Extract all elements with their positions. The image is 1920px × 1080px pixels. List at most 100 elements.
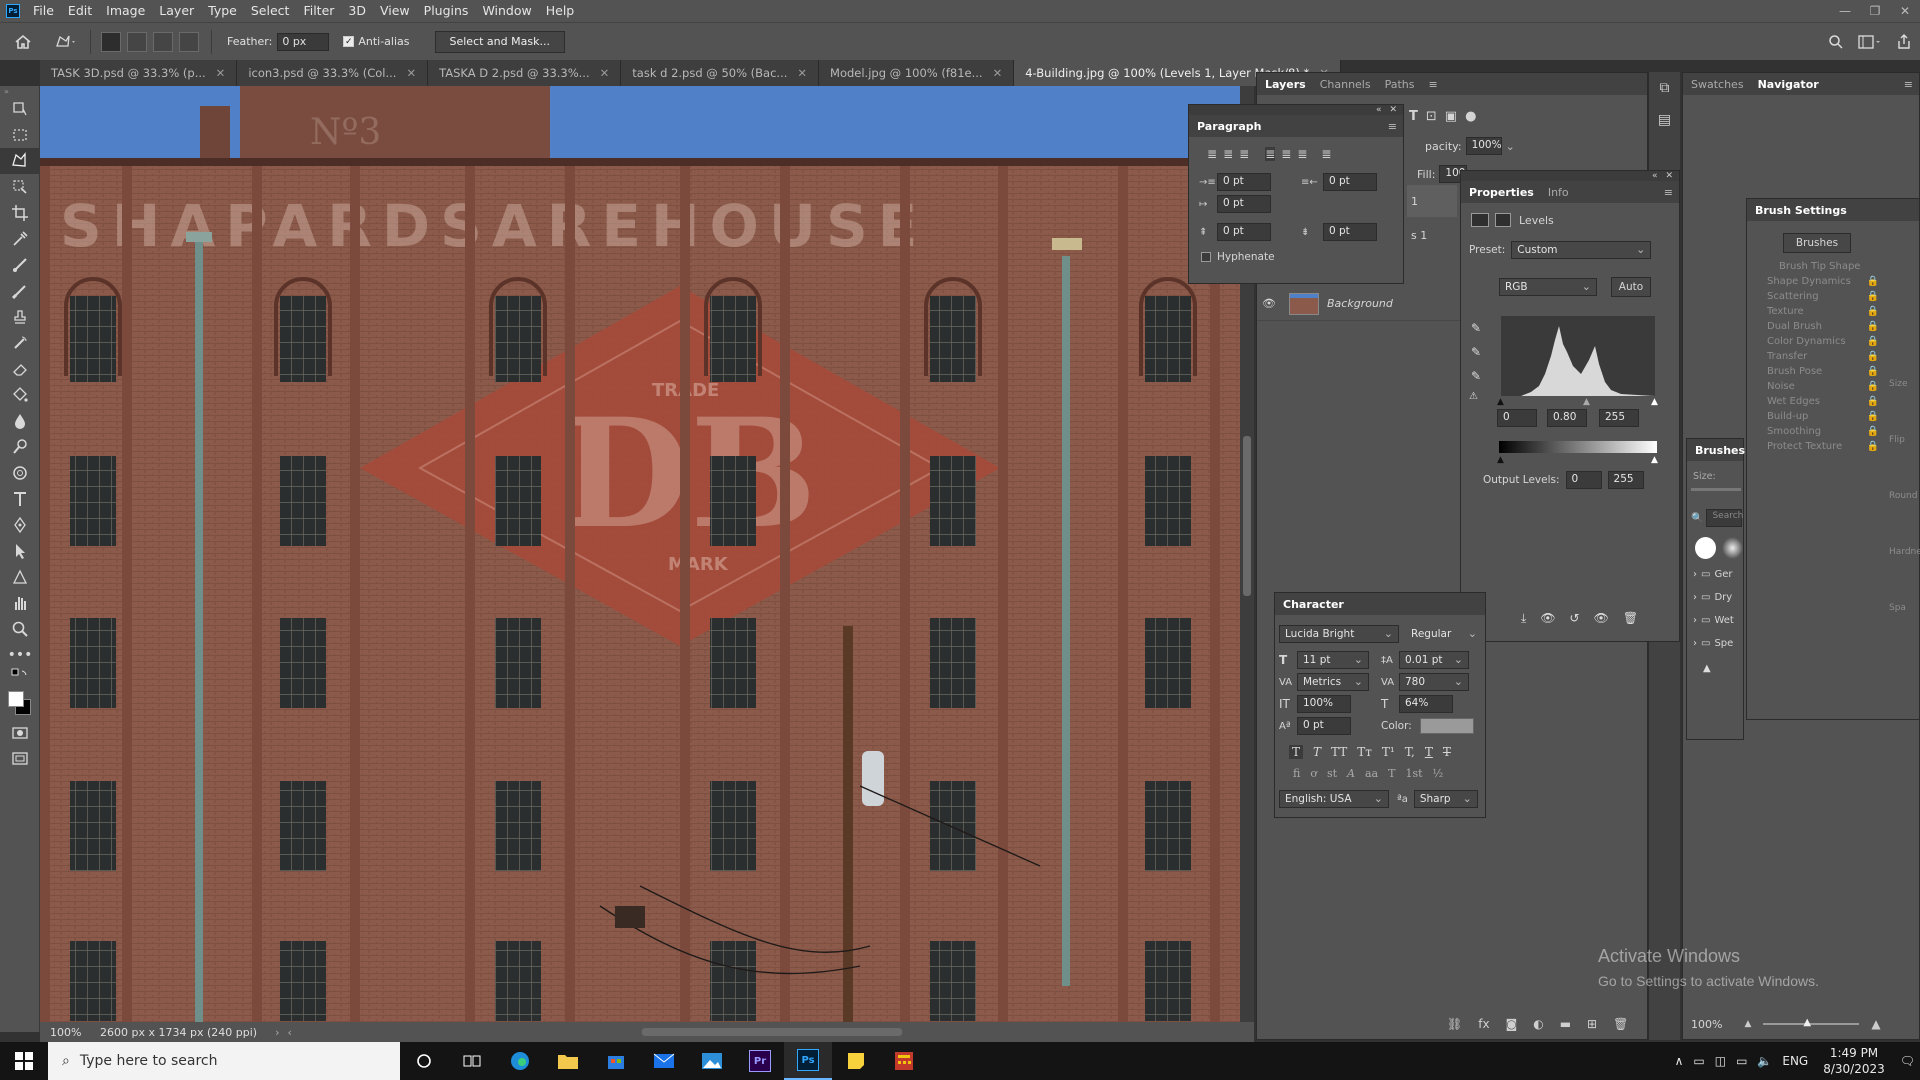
home-icon[interactable]	[0, 31, 46, 53]
justify-last-center-icon[interactable]: ≣	[1281, 147, 1291, 161]
color-dynamics-option[interactable]: Color Dynamics 🔒	[1753, 336, 1879, 347]
cortana-icon[interactable]	[400, 1042, 448, 1080]
screen-mode-icon[interactable]	[0, 746, 40, 772]
tab-properties[interactable]: Properties	[1469, 186, 1534, 199]
input-white-field[interactable]: 255	[1599, 409, 1639, 427]
font-size-dropdown[interactable]: 11 pt	[1297, 651, 1369, 669]
quick-mask-icon[interactable]	[0, 720, 40, 746]
output-levels-slider[interactable]: ▲ ▲	[1497, 455, 1659, 465]
baseline-shift-field[interactable]: 0 pt	[1297, 717, 1351, 735]
link-layers-icon[interactable]: ⛓	[1447, 1017, 1462, 1031]
layer-mask-icon[interactable]	[1495, 213, 1511, 227]
smart-object-filter-icon[interactable]: ▣	[1445, 109, 1457, 124]
calculator-app-icon[interactable]	[880, 1042, 928, 1080]
healing-brush-tool-icon[interactable]	[0, 252, 40, 278]
view-previous-icon[interactable]: 👁	[1540, 611, 1555, 626]
windows-start-icon[interactable]	[0, 1042, 48, 1080]
menu-select[interactable]: Select	[244, 0, 297, 22]
zoom-tool-icon[interactable]	[0, 616, 40, 642]
opacity-field[interactable]: 100%	[1465, 137, 1502, 155]
navigator-menu-icon[interactable]: ≡	[1904, 78, 1913, 91]
menu-layer[interactable]: Layer	[152, 0, 201, 22]
fx-icon[interactable]: fx	[1478, 1017, 1489, 1031]
tracking-dropdown[interactable]: 780	[1399, 673, 1469, 691]
file-explorer-icon[interactable]	[544, 1042, 592, 1080]
swash-button[interactable]: A	[1347, 767, 1355, 780]
menu-view[interactable]: View	[373, 0, 417, 22]
zoom-out-icon[interactable]: ▲	[1744, 1019, 1751, 1029]
space-before-field[interactable]: 0 pt	[1217, 223, 1271, 241]
menu-help[interactable]: Help	[539, 0, 582, 22]
auto-button[interactable]: Auto	[1611, 277, 1651, 297]
eyedropper-tool-icon[interactable]	[0, 226, 40, 252]
calculate-warning-icon[interactable]: ⚠	[1469, 391, 1478, 402]
language-dropdown[interactable]: English: USA	[1279, 790, 1389, 808]
close-tab-icon[interactable]: ✕	[216, 66, 226, 80]
taskbar-search-box[interactable]: ⌕ Type here to search	[48, 1042, 400, 1080]
text-color-swatch[interactable]	[1419, 718, 1474, 734]
marquee-tool-icon[interactable]	[0, 122, 40, 148]
collapse-toolbar-icon[interactable]: »	[0, 86, 40, 96]
brush-folder-special[interactable]: › ▭ Spe	[1693, 638, 1743, 649]
new-layer-icon[interactable]: ⊞	[1587, 1017, 1597, 1031]
close-icon[interactable]: ✕	[1890, 4, 1920, 18]
pen-tool-icon[interactable]	[0, 512, 40, 538]
security-icon[interactable]: ◫	[1715, 1054, 1726, 1068]
antialias-checkbox[interactable]: ✓	[343, 36, 355, 47]
transfer-option[interactable]: Transfer 🔒	[1753, 351, 1879, 362]
add-selection-button[interactable]	[127, 31, 147, 52]
reset-icon[interactable]: ↺	[1570, 611, 1580, 626]
justify-all-icon[interactable]: ≣	[1321, 147, 1331, 161]
history-panel-icon[interactable]: ⧉	[1655, 80, 1675, 96]
scroll-left-icon[interactable]: ‹	[287, 1026, 291, 1039]
lasso-tool-icon[interactable]	[0, 148, 40, 174]
hard-round-brush[interactable]	[1695, 537, 1716, 559]
meet-now-icon[interactable]: ▭	[1693, 1054, 1704, 1068]
gray-point-eyedropper-icon[interactable]: ✎	[1471, 345, 1481, 359]
menu-plugins[interactable]: Plugins	[417, 0, 476, 22]
adjustment-layer-icon[interactable]: ◐	[1533, 1017, 1543, 1031]
add-mask-icon[interactable]: ◙	[1506, 1017, 1518, 1031]
crop-tool-icon[interactable]	[0, 200, 40, 226]
properties-menu-icon[interactable]: ≡	[1664, 186, 1673, 199]
tab-task-3d[interactable]: TASK 3D.psd @ 33.3% (p... ✕	[40, 60, 238, 86]
indent-right-field[interactable]: 0 pt	[1323, 173, 1377, 191]
blur-tool-icon[interactable]	[0, 408, 40, 434]
zoom-readout[interactable]: 100%	[40, 1026, 88, 1039]
input-black-field[interactable]: 0	[1497, 409, 1537, 427]
discretionary-ligatures-button[interactable]: st	[1327, 767, 1337, 780]
subscript-button[interactable]: T,	[1405, 745, 1415, 759]
horizontal-scale-field[interactable]: 64%	[1399, 695, 1453, 713]
menu-window[interactable]: Window	[475, 0, 538, 22]
shape-filter-icon[interactable]: ⊡	[1426, 109, 1437, 124]
tab-taska-d-2[interactable]: TASKA D 2.psd @ 33.3%... ✕	[428, 60, 622, 86]
old-style-button[interactable]: ơ	[1310, 767, 1317, 780]
properties-panel-icon[interactable]: ▤	[1655, 112, 1675, 128]
brush-folder-dry[interactable]: › ▭ Dry	[1693, 592, 1743, 603]
history-brush-tool-icon[interactable]	[0, 330, 40, 356]
faux-italic-button[interactable]: T	[1313, 745, 1321, 759]
new-group-icon[interactable]: ▬	[1560, 1017, 1571, 1031]
mail-icon[interactable]	[640, 1042, 688, 1080]
ordinals-button[interactable]: 1st	[1405, 767, 1422, 780]
close-panel-icon[interactable]: ✕	[1665, 171, 1673, 181]
small-caps-button[interactable]: Tт	[1357, 745, 1372, 759]
navigator-zoom-field[interactable]: 100%	[1691, 1018, 1722, 1031]
minimize-icon[interactable]: —	[1830, 4, 1860, 18]
paragraph-menu-icon[interactable]: ≡	[1388, 120, 1397, 133]
font-style-dropdown[interactable]: Regular	[1405, 625, 1483, 643]
preset-dropdown[interactable]: Custom	[1511, 241, 1652, 259]
eye-icon[interactable]: 👁	[1257, 297, 1281, 310]
menu-edit[interactable]: Edit	[61, 0, 99, 22]
tab-info[interactable]: Info	[1548, 186, 1569, 199]
menu-file[interactable]: File	[26, 0, 61, 22]
underline-button[interactable]: T	[1425, 745, 1433, 759]
hyphenate-checkbox[interactable]	[1201, 252, 1211, 262]
input-language[interactable]: ENG	[1782, 1054, 1808, 1068]
white-point-eyedropper-icon[interactable]: ✎	[1471, 369, 1481, 383]
strikethrough-button[interactable]: T	[1443, 745, 1451, 759]
paragraph-panel-title[interactable]: Paragraph	[1197, 120, 1261, 133]
brushes-panel-title[interactable]: Brushes	[1695, 444, 1745, 457]
eraser-tool-icon[interactable]	[0, 356, 40, 382]
document-canvas[interactable]: Nº3 SHAPARDSAREHOUSE DB TRADE MARK	[40, 86, 1240, 1022]
